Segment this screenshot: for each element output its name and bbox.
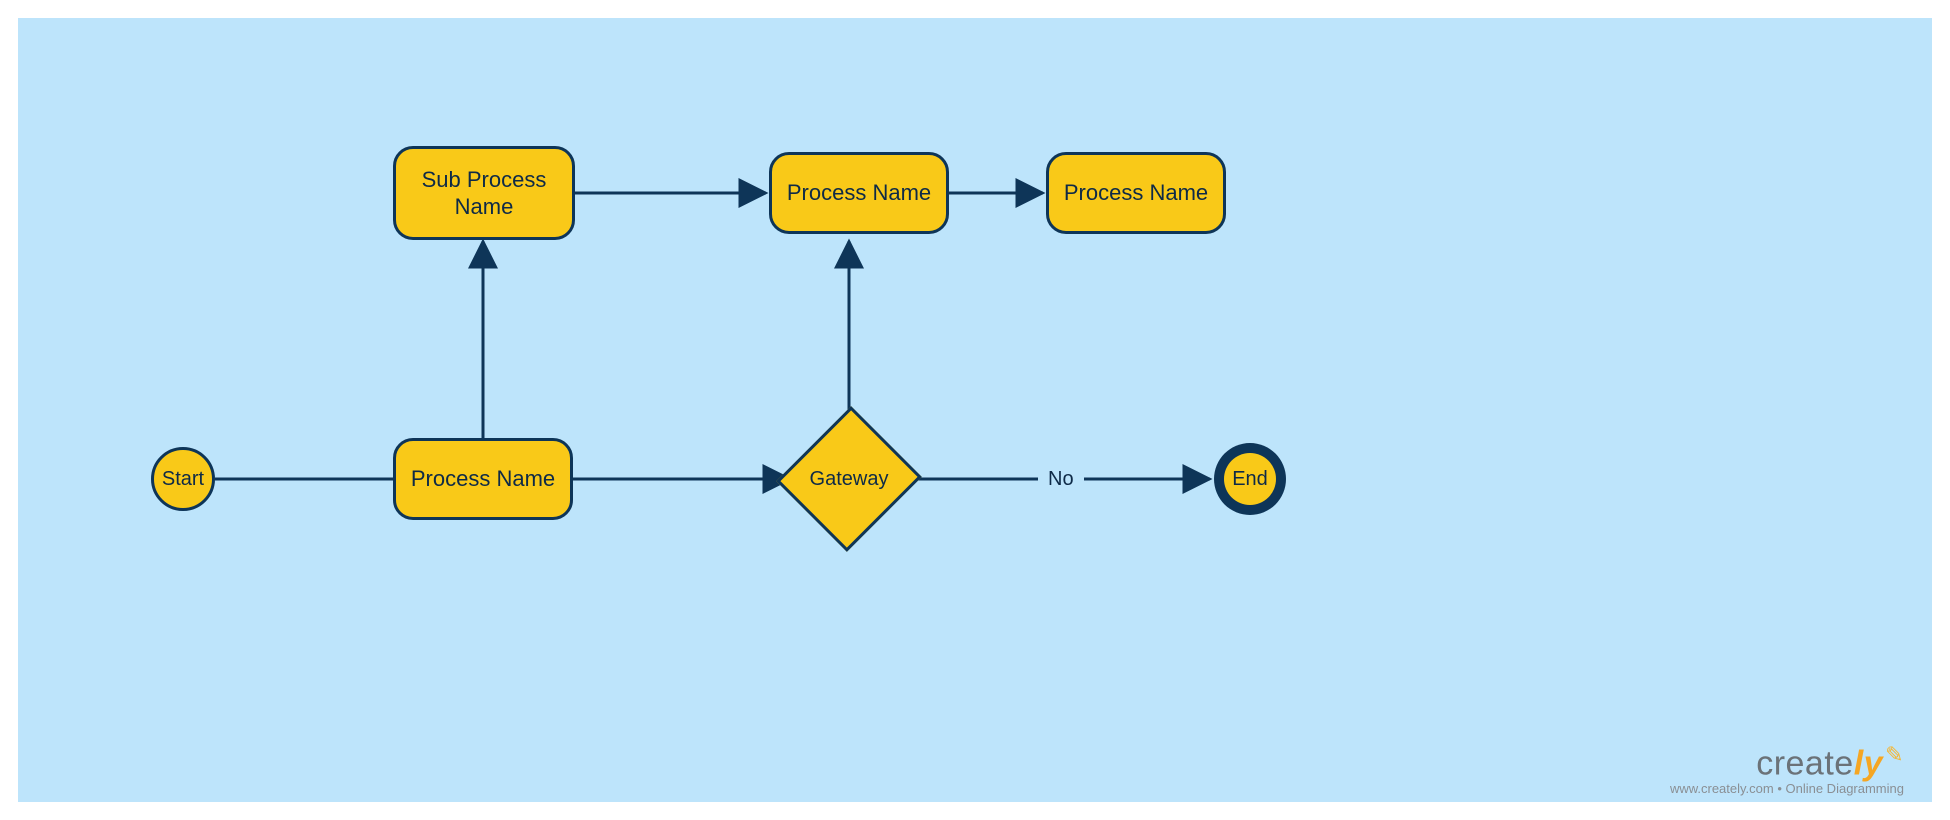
bulb-icon: ✎: [1885, 742, 1904, 768]
end-inner: End: [1224, 453, 1276, 505]
brand-part2: ly: [1854, 744, 1883, 782]
start-node[interactable]: Start: [151, 447, 215, 511]
start-label: Start: [162, 468, 204, 491]
diagram-canvas: Start Process Name Sub Process Name Proc…: [18, 18, 1932, 802]
brand-part1: create: [1756, 744, 1854, 782]
brand-subtitle: www.creately.com • Online Diagramming: [1670, 781, 1904, 796]
process-main-node[interactable]: Process Name: [393, 438, 573, 520]
creately-watermark: creately✎ www.creately.com • Online Diag…: [1670, 742, 1904, 796]
sub-process-node[interactable]: Sub Process Name: [393, 146, 575, 240]
process-top-mid-label: Process Name: [787, 179, 931, 207]
end-node[interactable]: End: [1214, 443, 1286, 515]
gateway-shape: [776, 406, 922, 552]
process-top-mid-node[interactable]: Process Name: [769, 152, 949, 234]
end-label: End: [1232, 468, 1268, 491]
brand-text: creately✎: [1670, 742, 1904, 783]
process-top-right-label: Process Name: [1064, 179, 1208, 207]
process-main-label: Process Name: [411, 465, 555, 493]
process-top-right-node[interactable]: Process Name: [1046, 152, 1226, 234]
gateway-node[interactable]: [799, 429, 899, 529]
edge-label-no: No: [1038, 466, 1084, 493]
sub-process-label: Sub Process Name: [422, 166, 547, 221]
connector-layer: [18, 18, 1932, 802]
